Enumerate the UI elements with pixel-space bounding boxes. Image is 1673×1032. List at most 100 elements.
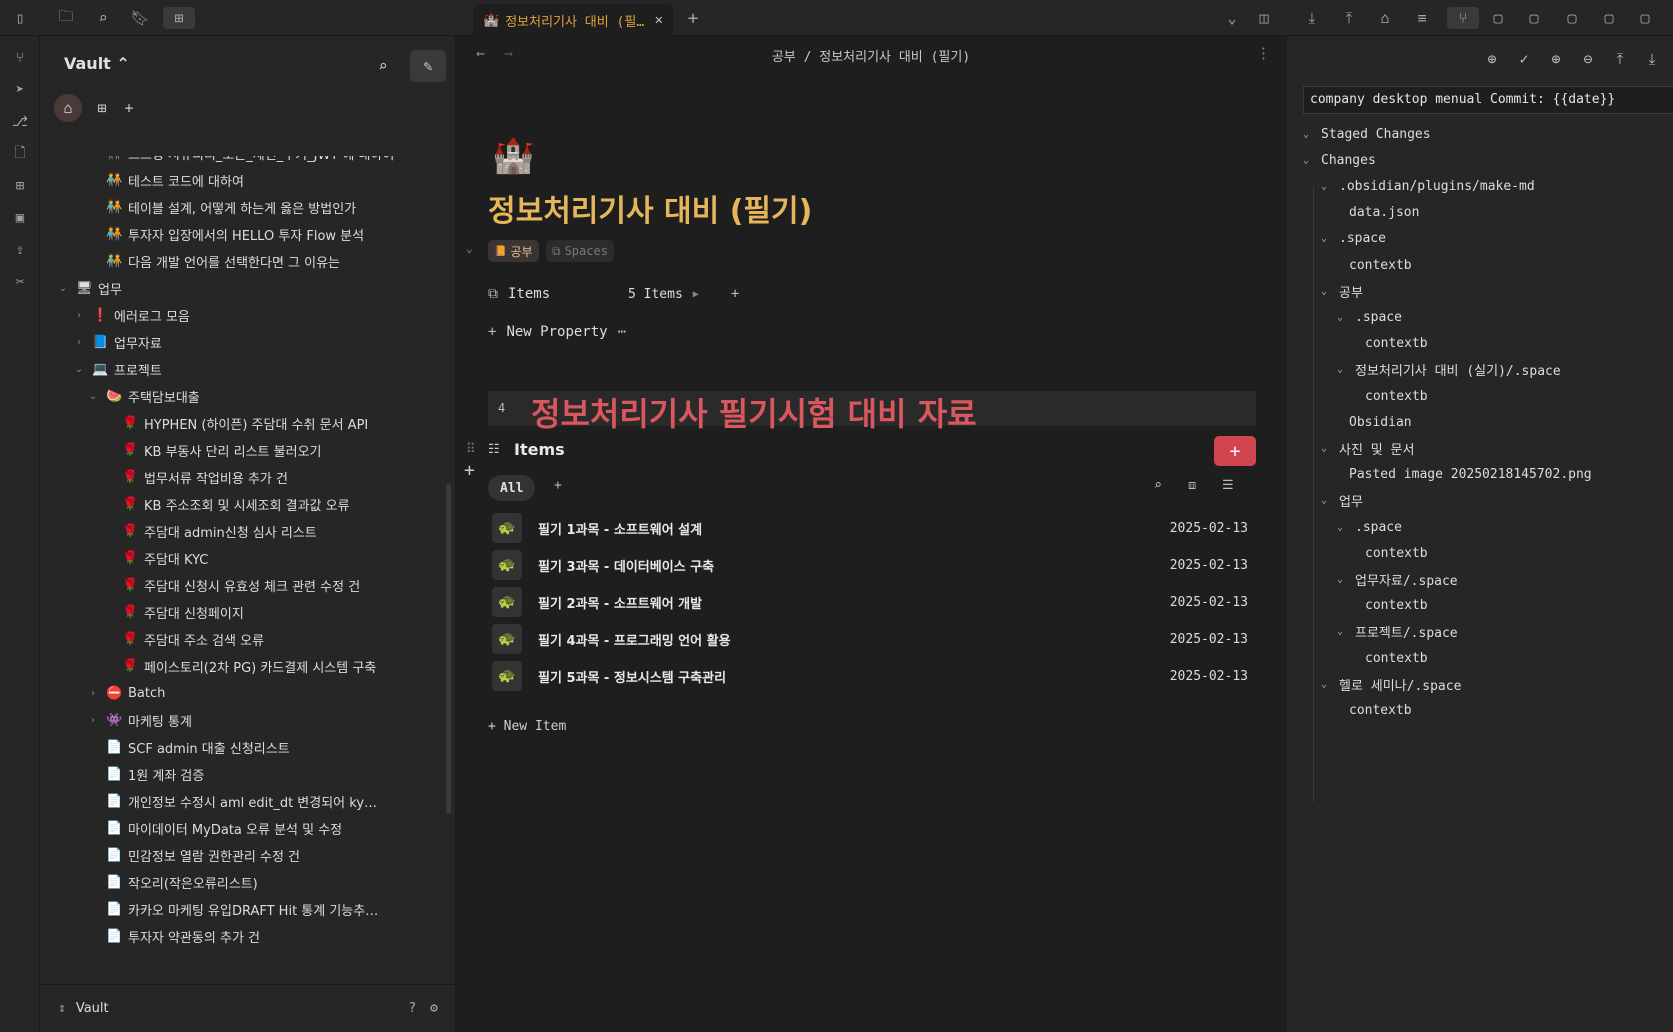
git-folder-row[interactable]: ⌄ 정보처리기사 대비 (실기)/.space <box>1337 359 1561 381</box>
grid-icon[interactable]: ⊞ <box>9 175 31 197</box>
git-file-row[interactable]: contextb <box>1365 385 1428 407</box>
upload-icon[interactable]: ⤒ <box>1609 48 1631 70</box>
tree-item[interactable]: 📄 SCF admin 대출 신청리스트 <box>88 734 290 760</box>
tree-item[interactable]: › 👾 마케팅 통계 <box>88 707 192 733</box>
ellipsis-icon[interactable]: ⋯ <box>618 324 626 340</box>
tree-item[interactable]: 📄 개인정보 수정시 aml edit_dt 변경되어 ky… <box>88 788 377 814</box>
tree-item[interactable]: 🌹 주담대 신청시 유효성 체크 관련 수정 건 <box>104 572 360 598</box>
chevron-down-icon[interactable]: ⌄ <box>1321 286 1331 297</box>
git-file-row[interactable]: contextb <box>1365 595 1428 617</box>
send-icon[interactable]: ➤ <box>9 79 31 101</box>
tree-item[interactable]: 🌹 KB 주소조회 및 시세조회 결과값 오류 <box>104 491 350 517</box>
file-search-icon[interactable]: 🗋 <box>9 143 31 165</box>
tag-공부[interactable]: 📙 공부 <box>488 240 539 262</box>
list-item[interactable]: 🐢 필기 5과목 - 정보시스템 구축관리 2025-02-13 <box>488 660 1256 692</box>
bookmark-icon[interactable]: 🔖︎ <box>129 7 151 29</box>
play-icon[interactable]: ▶ <box>693 289 699 300</box>
close-icon[interactable]: ✕ <box>655 12 663 28</box>
chevron-down-icon[interactable]: ⌄ <box>1321 443 1331 454</box>
settings-icon[interactable]: ⚙ <box>430 1001 438 1016</box>
tree-item[interactable]: ⌄ 🖥 업무 <box>58 275 122 301</box>
new-tab-icon[interactable]: + <box>682 7 704 29</box>
list-item[interactable]: 🐢 필기 1과목 - 소프트웨어 설계 2025-02-13 <box>488 512 1256 544</box>
drag-handle-icon[interactable]: ⠿ <box>466 442 476 457</box>
settings-sliders-icon[interactable]: ☰ <box>1222 478 1234 493</box>
tools-icon[interactable]: ✂ <box>9 271 31 293</box>
git-folder-row[interactable]: ⌄ 공부 <box>1321 280 1363 302</box>
git-folder-row[interactable]: ⌄ 사진 및 문서 <box>1321 437 1414 459</box>
tree-item[interactable]: 📄 1원 계좌 검증 <box>88 761 204 787</box>
search-icon[interactable]: ⌕ <box>92 7 114 29</box>
folder-icon[interactable]: 🗀 <box>55 7 77 29</box>
chevron-down-icon[interactable]: ⌄ <box>1321 679 1331 690</box>
file-icon[interactable]: ▢ <box>1561 7 1583 29</box>
chevron-icon[interactable]: › <box>74 310 84 321</box>
tree-item[interactable]: 🧑‍🤝‍🧑 스프링 시큐리티_토큰_세션_쿠키_JWT 에 대하여 <box>88 156 394 166</box>
search-icon[interactable]: ⌕ <box>369 52 397 80</box>
git-folder-row[interactable]: ⌄ .space <box>1337 306 1402 328</box>
tree-item[interactable]: ⌄ 🍉 주택담보대출 <box>88 383 200 409</box>
list-item[interactable]: 🐢 필기 4과목 - 프로그래밍 언어 활용 2025-02-13 <box>488 623 1256 655</box>
chevron-updown-icon[interactable]: ⇕ <box>58 1001 66 1016</box>
tag-icon[interactable]: ⌂ <box>1374 7 1396 29</box>
heading-block[interactable]: 4 정보처리기사 필기시험 대비 자료 <box>488 391 1256 433</box>
git-icon[interactable]: ⎇ <box>9 111 31 133</box>
scrollbar[interactable] <box>446 484 451 814</box>
help-icon[interactable]: ? <box>408 1001 416 1016</box>
vault-switcher[interactable]: Vault ⌃ <box>64 54 130 73</box>
tree-item[interactable]: 🧑‍🤝‍🧑 다음 개발 언어를 선택한다면 그 이유는 <box>88 248 340 274</box>
tree-item[interactable]: ⌄ 💻 프로젝트 <box>74 356 162 382</box>
chevron-down-icon[interactable]: ⌄ <box>1337 574 1347 585</box>
filter-all[interactable]: All <box>488 475 536 501</box>
tree-item[interactable]: 🌹 주담대 신청페이지 <box>104 599 244 625</box>
add-icon[interactable]: + <box>115 94 143 122</box>
image-icon[interactable]: ▣ <box>9 207 31 229</box>
new-item-button[interactable]: + New Item <box>488 719 566 734</box>
download-icon[interactable]: ⤓ <box>1641 48 1663 70</box>
tree-item[interactable]: 🌹 법무서류 작업비용 추가 건 <box>104 464 288 490</box>
git-file-row[interactable]: contextb <box>1365 333 1428 355</box>
git-pull-icon[interactable]: ⤓ <box>1301 7 1323 29</box>
chevron-down-icon[interactable]: ⌄ <box>1337 364 1347 375</box>
git-file-row[interactable]: contextb <box>1365 542 1428 564</box>
git-folder-row[interactable]: ⌄ .space <box>1321 228 1386 250</box>
view-toggle-icon[interactable]: ⧈ <box>1188 478 1196 493</box>
tree-item[interactable]: 🌹 HYPHEN (하이픈) 주담대 수취 문서 API <box>104 410 368 436</box>
file-icon[interactable]: ▢ <box>1523 7 1545 29</box>
git-folder-row[interactable]: ⌄ Staged Changes <box>1303 123 1431 145</box>
tree-item[interactable]: › ⛔ Batch <box>88 680 165 706</box>
tree-item[interactable]: 📄 작오리(작은오류리스트) <box>88 869 258 895</box>
chevron-down-icon[interactable]: ⌄ <box>1337 312 1347 323</box>
git-file-row[interactable]: contextb <box>1349 254 1412 276</box>
chevron-down-icon[interactable]: ⌄ <box>1303 129 1313 140</box>
page-title[interactable]: 정보처리기사 대비 (필기) <box>488 186 812 230</box>
sidebar-toggle-icon[interactable]: ▯ <box>9 7 31 29</box>
add-filter-icon[interactable]: + <box>554 478 562 493</box>
git-folder-row[interactable]: ⌄ 헬로 세미나/.space <box>1321 673 1461 695</box>
tree-item[interactable]: 🌹 KB 부동사 단리 리스트 불러오기 <box>104 437 322 463</box>
git-push-icon[interactable]: ⤒ <box>1338 7 1360 29</box>
tree-item[interactable]: 🌹 주담대 admin신청 심사 리스트 <box>104 518 317 544</box>
search-icon[interactable]: ⌕ <box>1154 478 1162 493</box>
chevron-icon[interactable]: › <box>88 688 98 699</box>
chevron-icon[interactable]: › <box>74 337 84 348</box>
grid-icon[interactable]: ⊞ <box>88 94 116 122</box>
minus-circle-icon[interactable]: ⊖ <box>1577 48 1599 70</box>
chevron-down-icon[interactable]: ⌄ <box>1321 181 1331 192</box>
chevron-down-icon[interactable]: ⌄ <box>1337 626 1347 637</box>
list-icon[interactable]: ≡ <box>1411 7 1433 29</box>
tree-item[interactable]: 📄 카카오 마케팅 유입DRAFT Hit 통계 기능추… <box>88 896 378 922</box>
list-item[interactable]: 🐢 필기 3과목 - 데이터베이스 구축 2025-02-13 <box>488 549 1256 581</box>
add-item-button[interactable]: + <box>1214 436 1256 466</box>
tag-spaces[interactable]: ⧉ Spaces <box>546 240 614 262</box>
chevron-icon[interactable]: ⌄ <box>58 283 68 294</box>
chevron-icon[interactable]: ⌄ <box>88 391 98 402</box>
chevron-down-icon[interactable]: ⌄ <box>1337 522 1347 533</box>
tree-item[interactable]: 📄 마이데이터 MyData 오류 분석 및 수정 <box>88 815 342 841</box>
git-branch-icon[interactable]: ⑂ <box>1447 7 1479 29</box>
tree-item[interactable]: 🌹 페이스토리(2차 PG) 카드결제 시스템 구축 <box>104 653 376 679</box>
git-file-row[interactable]: Pasted image 20250218145702.png <box>1349 464 1592 486</box>
new-property-button[interactable]: + New Property ⋯ <box>488 320 626 344</box>
list-item[interactable]: 🐢 필기 2과목 - 소프트웨어 개발 2025-02-13 <box>488 586 1256 618</box>
git-folder-row[interactable]: ⌄ 업무 <box>1321 490 1363 512</box>
